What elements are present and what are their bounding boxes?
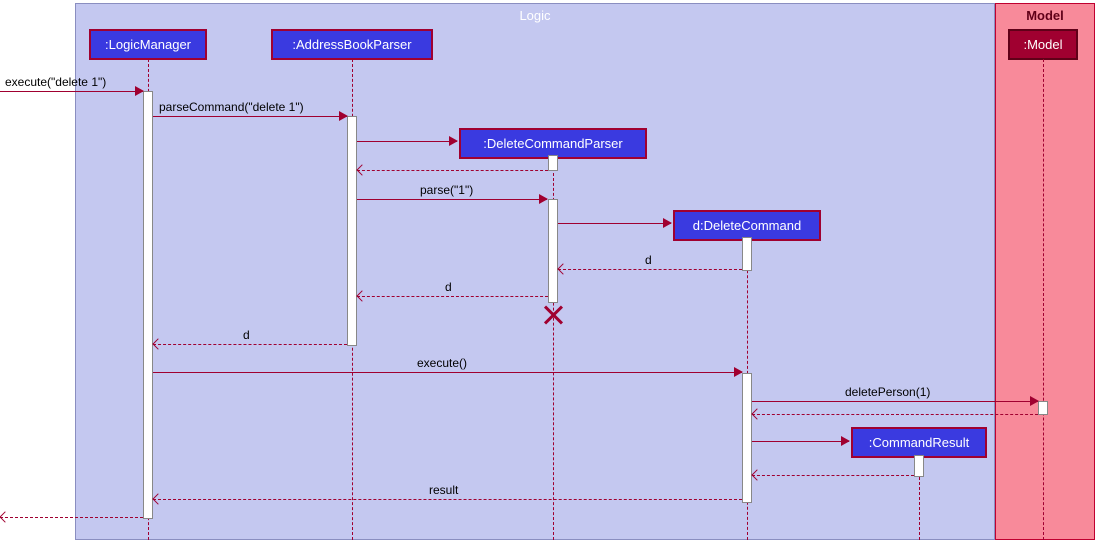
- msg-create-dcp-arrow: [449, 136, 458, 146]
- msg-create-dc-line: [558, 223, 671, 224]
- msg-result-label: result: [429, 483, 458, 497]
- activation-model: [1038, 401, 1048, 415]
- msg-parse-command-arrow: [339, 111, 348, 121]
- msg-return-d1-line: [558, 269, 742, 270]
- msg-execute-delete1-line: [0, 91, 143, 92]
- msg-create-cr-return-line: [752, 475, 914, 476]
- msg-return-d2-line: [357, 296, 548, 297]
- msg-execute-delete1-label: execute("delete 1"): [5, 75, 106, 89]
- msg-delete-person-arrow: [1030, 396, 1039, 406]
- msg-delete-person-label: deletePerson(1): [845, 385, 930, 399]
- destroy-icon: [543, 305, 563, 325]
- participant-address-book-parser: :AddressBookParser: [271, 29, 433, 60]
- msg-parse1-line: [357, 199, 547, 200]
- activation-dc-execute: [742, 373, 752, 503]
- msg-return-d3-label: d: [243, 328, 250, 342]
- msg-create-cr-line: [752, 441, 849, 442]
- activation-address-book-parser: [347, 116, 357, 346]
- msg-execute-line: [153, 372, 742, 373]
- participant-model: :Model: [1008, 29, 1078, 60]
- msg-create-cr-arrow: [841, 436, 850, 446]
- msg-return-d3-line: [153, 344, 347, 345]
- msg-final-return-line: [0, 517, 143, 518]
- activation-logic-manager: [143, 91, 153, 519]
- logic-box: Logic: [75, 3, 995, 540]
- sequence-diagram: Logic Model :LogicManager :AddressBookPa…: [75, 3, 1095, 540]
- activation-dcp-create: [548, 155, 558, 171]
- msg-parse-command-line: [153, 116, 347, 117]
- msg-final-return-arrow: [0, 511, 11, 522]
- msg-result-line: [153, 499, 742, 500]
- participant-command-result: :CommandResult: [851, 427, 987, 458]
- activation-command-result: [914, 455, 924, 477]
- activation-dc-create: [742, 237, 752, 271]
- lifeline-model: [1043, 59, 1044, 540]
- msg-execute-arrow: [734, 367, 743, 377]
- msg-create-dc-arrow: [663, 218, 672, 228]
- msg-execute-delete1-arrow: [135, 86, 144, 96]
- model-box: Model: [995, 3, 1095, 540]
- msg-create-dcp-return-line: [357, 170, 548, 171]
- model-box-title: Model: [996, 4, 1094, 27]
- participant-logic-manager: :LogicManager: [89, 29, 207, 60]
- msg-create-dcp-line: [357, 141, 457, 142]
- msg-delete-person-return-line: [752, 414, 1038, 415]
- msg-return-d2-label: d: [445, 280, 452, 294]
- msg-parse1-label: parse("1"): [420, 183, 473, 197]
- msg-parse-command-label: parseCommand("delete 1"): [159, 100, 304, 114]
- msg-execute-label: execute(): [417, 356, 467, 370]
- msg-return-d1-label: d: [645, 253, 652, 267]
- msg-parse1-arrow: [539, 194, 548, 204]
- logic-box-title: Logic: [76, 4, 994, 27]
- msg-delete-person-line: [752, 401, 1038, 402]
- activation-dcp-parse: [548, 199, 558, 303]
